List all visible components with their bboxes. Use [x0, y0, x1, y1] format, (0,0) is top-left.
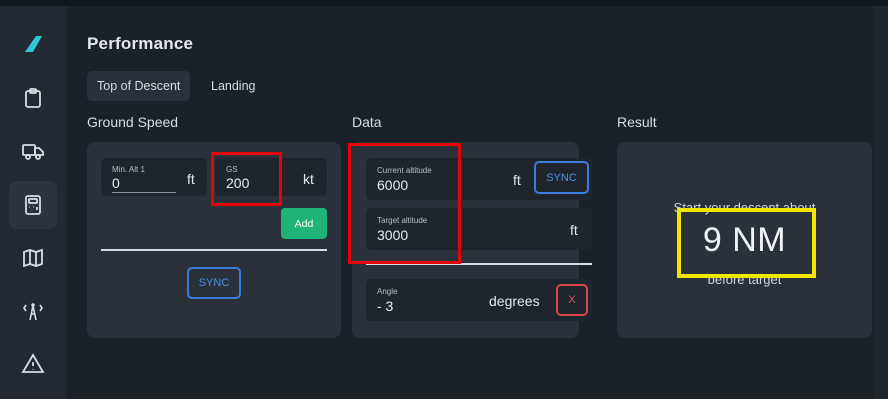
map-icon[interactable] — [9, 234, 57, 282]
current-altitude-unit: ft — [513, 172, 521, 188]
tab-landing[interactable]: Landing — [201, 71, 266, 101]
clear-angle-button[interactable]: X — [556, 284, 588, 316]
ground-speed-title: Ground Speed — [87, 114, 179, 130]
min-alt-value[interactable]: 0 — [112, 175, 176, 193]
warning-icon[interactable] — [9, 340, 57, 388]
result-title: Result — [617, 114, 657, 130]
calculator-icon[interactable] — [9, 181, 57, 229]
tower-icon[interactable] — [9, 287, 57, 335]
ground-speed-divider — [101, 249, 327, 251]
gs-unit: kt — [303, 171, 314, 187]
angle-value[interactable]: - 3 — [377, 298, 393, 314]
gs-highlight-box — [211, 152, 282, 206]
add-button[interactable]: Add — [281, 208, 327, 239]
min-alt-field[interactable]: Min. Alt 1 0 ft — [101, 158, 207, 196]
data-title: Data — [352, 114, 382, 130]
data-sync-button[interactable]: SYNC — [534, 161, 589, 194]
min-alt-label: Min. Alt 1 — [112, 165, 145, 174]
tab-top-of-descent[interactable]: Top of Descent — [87, 71, 191, 101]
main-content: Performance Top of Descent Landing Groun… — [66, 6, 888, 399]
sidebar — [0, 6, 66, 399]
min-alt-unit: ft — [187, 171, 195, 187]
ground-speed-sync-button[interactable]: SYNC — [187, 267, 241, 299]
result-highlight-box — [677, 208, 816, 278]
altitude-highlight-box — [348, 143, 461, 264]
angle-label: Angle — [377, 287, 398, 296]
logo-icon[interactable] — [9, 20, 57, 68]
clipboard-icon[interactable] — [9, 74, 57, 122]
truck-icon[interactable] — [9, 127, 57, 175]
page-title: Performance — [87, 34, 194, 53]
target-altitude-unit: ft — [570, 222, 578, 238]
angle-unit: degrees — [489, 293, 540, 309]
scrollbar[interactable] — [874, 6, 888, 399]
